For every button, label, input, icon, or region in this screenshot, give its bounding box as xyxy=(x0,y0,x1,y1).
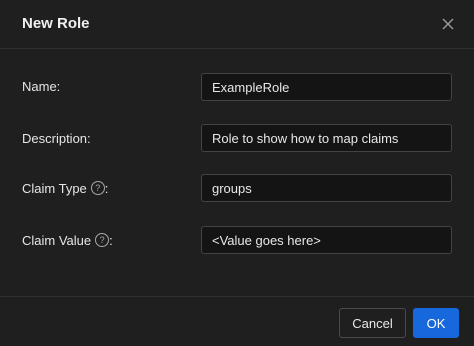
name-label-text: Name: xyxy=(22,78,61,94)
description-input[interactable] xyxy=(201,124,452,152)
claim-type-input[interactable] xyxy=(201,174,452,202)
claim-type-label-text: Claim Type xyxy=(22,180,87,196)
name-input[interactable] xyxy=(201,73,452,101)
dialog-body: Name: Description: Claim Type ? : Claim … xyxy=(0,49,474,296)
new-role-dialog: New Role Name: Description: Claim Type ?… xyxy=(0,0,474,346)
description-label-text: Description: xyxy=(22,130,91,146)
claim-type-label: Claim Type ? : xyxy=(22,178,108,198)
question-circle-icon[interactable]: ? xyxy=(90,181,105,195)
dialog-footer: Cancel OK xyxy=(0,296,474,346)
claim-value-label-suffix: : xyxy=(109,232,113,248)
question-circle-icon[interactable]: ? xyxy=(95,233,110,247)
claim-type-label-suffix: : xyxy=(104,180,109,196)
dialog-title: New Role xyxy=(22,15,90,32)
description-label: Description: xyxy=(22,128,91,148)
close-icon[interactable] xyxy=(438,14,458,34)
claim-value-label-text: Claim Value xyxy=(22,232,92,248)
name-label: Name: xyxy=(22,76,60,96)
claim-value-input[interactable] xyxy=(201,226,452,254)
cancel-button[interactable]: Cancel xyxy=(339,308,406,338)
dialog-header: New Role xyxy=(0,0,474,49)
claim-value-label: Claim Value ? : xyxy=(22,230,113,250)
ok-button[interactable]: OK xyxy=(413,308,459,338)
